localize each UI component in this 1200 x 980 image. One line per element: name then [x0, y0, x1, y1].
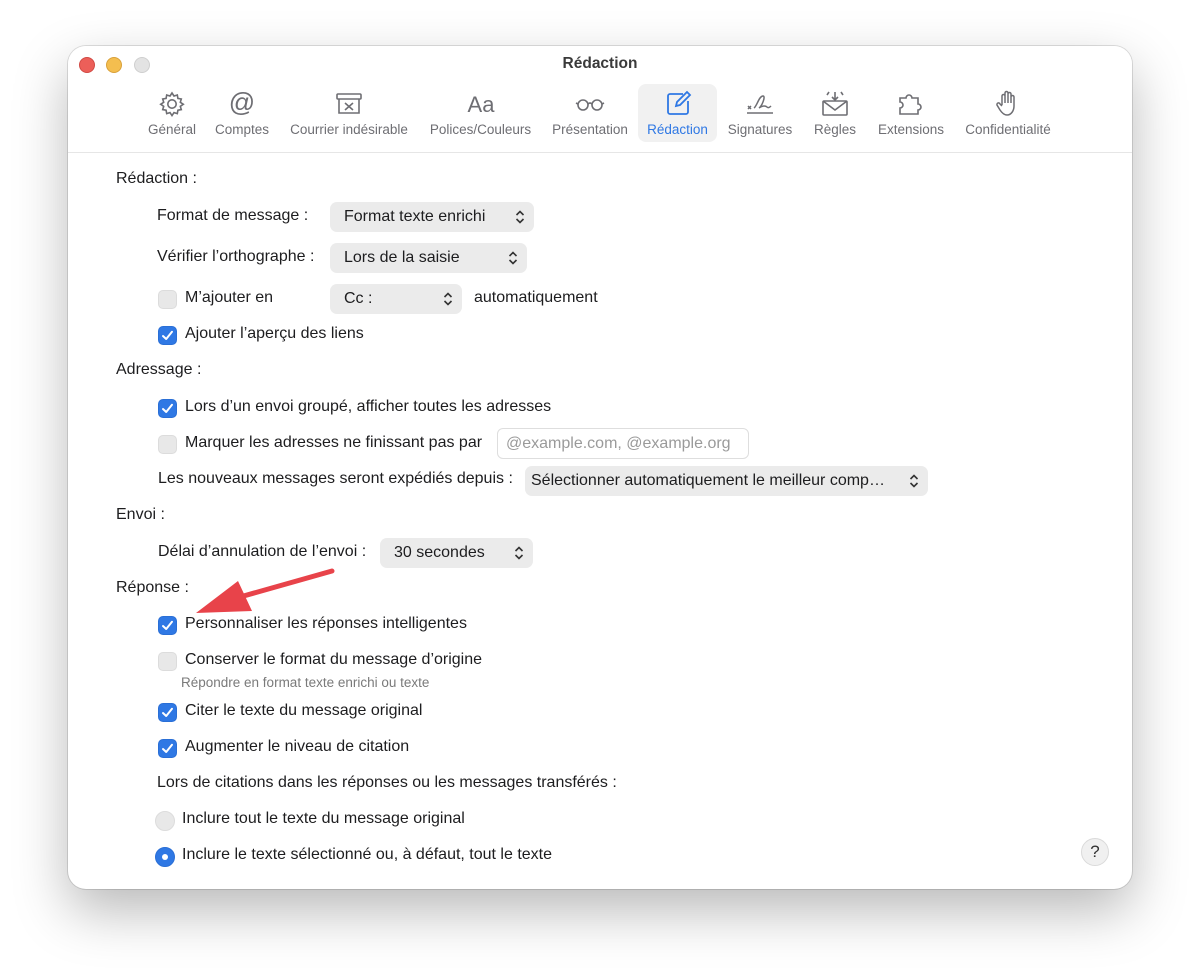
format-message-value: Format texte enrichi [344, 208, 486, 225]
tab-polices-couleurs[interactable]: Aa Polices/Couleurs [424, 84, 537, 142]
add-me-label: M’ajouter en [185, 289, 274, 306]
add-me-value: Cc : [344, 290, 373, 307]
when-quoting-label: Lors de citations dans les réponses ou l… [157, 774, 617, 791]
svg-text:Aa: Aa [467, 92, 495, 117]
format-message-popup[interactable]: Format texte enrichi [330, 202, 534, 232]
tab-redaction[interactable]: Rédaction [638, 84, 717, 142]
chevron-updown-icon [514, 546, 524, 560]
add-me-checkbox[interactable] [158, 290, 177, 309]
quote-original-checkbox[interactable] [158, 703, 177, 722]
envelope-rules-icon [822, 91, 848, 116]
mark-addresses-checkbox[interactable] [158, 435, 177, 454]
keep-format-checkbox[interactable] [158, 652, 177, 671]
glasses-icon [575, 99, 605, 111]
preferences-window: Rédaction Général @ Comptes Courrier ind… [68, 46, 1132, 889]
checkmark-icon [162, 707, 173, 717]
puzzle-icon [899, 94, 922, 115]
tab-general[interactable]: Général [141, 84, 203, 142]
tab-regles-label: Règles [813, 122, 857, 137]
section-reponse-heading: Réponse : [116, 579, 189, 596]
send-from-label: Les nouveaux messages seront expédiés de… [158, 470, 513, 487]
increase-quote-level-checkbox[interactable] [158, 739, 177, 758]
tab-redaction-label: Rédaction [647, 122, 708, 137]
signature-icon [747, 95, 773, 114]
smart-replies-label: Personnaliser les réponses intelligentes [185, 615, 467, 632]
titlebar: Rédaction Général @ Comptes Courrier ind… [68, 46, 1132, 153]
chevron-updown-icon [515, 210, 525, 224]
tab-extensions[interactable]: Extensions [872, 84, 950, 142]
increase-quote-level-label: Augmenter le niveau de citation [185, 738, 410, 755]
window-title: Rédaction [562, 55, 638, 72]
tab-polices-couleurs-label: Polices/Couleurs [429, 122, 532, 137]
checkmark-icon [162, 403, 173, 413]
include-all-radio[interactable] [155, 811, 175, 831]
include-all-label: Inclure tout le texte du message origina… [182, 810, 465, 827]
undo-send-label: Délai d’annulation de l’envoi : [158, 543, 367, 560]
undo-send-popup[interactable]: 30 secondes [380, 538, 533, 568]
link-preview-checkbox[interactable] [158, 326, 177, 345]
include-selected-label: Inclure le texte sélectionné ou, à défau… [182, 846, 553, 863]
include-selected-radio[interactable] [155, 847, 175, 867]
chevron-updown-icon [909, 474, 919, 488]
send-from-value: Sélectionner automatiquement le meilleur… [531, 472, 885, 489]
checkmark-icon [162, 620, 173, 630]
tab-regles[interactable]: Règles [808, 84, 862, 142]
section-envoi-heading: Envoi : [116, 506, 165, 523]
at-icon: @ [229, 89, 255, 117]
chevron-updown-icon [443, 292, 453, 306]
spelling-popup[interactable]: Lors de la saisie [330, 243, 527, 273]
tab-courrier-indesirable[interactable]: Courrier indésirable [283, 84, 415, 142]
svg-text:@: @ [229, 89, 255, 117]
font-aa-icon: Aa [467, 92, 495, 117]
chevron-updown-icon [508, 251, 518, 265]
tab-courrier-indesirable-label: Courrier indésirable [290, 122, 408, 137]
radio-dot [162, 854, 168, 860]
hand-icon [996, 90, 1015, 116]
tab-signatures-label: Signatures [727, 122, 793, 137]
spelling-label: Vérifier l’orthographe : [157, 248, 315, 265]
link-preview-label: Ajouter l’aperçu des liens [185, 325, 364, 342]
show-all-addresses-checkbox[interactable] [158, 399, 177, 418]
tab-confidentialite-label: Confidentialité [965, 122, 1051, 137]
checkmark-icon [162, 330, 173, 340]
format-message-label: Format de message : [157, 207, 309, 224]
tab-confidentialite[interactable]: Confidentialité [958, 84, 1058, 142]
add-me-popup[interactable]: Cc : [330, 284, 462, 314]
keep-format-sublabel: Répondre en format texte enrichi ou text… [181, 675, 430, 690]
tab-general-label: Général [147, 122, 197, 137]
quote-original-label: Citer le texte du message original [185, 702, 423, 719]
tab-comptes[interactable]: @ Comptes [209, 84, 275, 142]
undo-send-value: 30 secondes [394, 544, 485, 561]
junk-box-icon [336, 93, 362, 114]
checkmark-icon [162, 743, 173, 753]
tab-presentation[interactable]: Présentation [546, 84, 634, 142]
tab-signatures[interactable]: Signatures [723, 84, 797, 142]
smart-replies-checkbox[interactable] [158, 616, 177, 635]
gear-icon [159, 91, 185, 118]
help-button[interactable]: ? [1081, 838, 1109, 866]
tab-comptes-label: Comptes [214, 122, 270, 137]
show-all-addresses-label: Lors d’un envoi groupé, afficher toutes … [185, 398, 552, 415]
tab-extensions-label: Extensions [877, 122, 945, 137]
spelling-value: Lors de la saisie [344, 249, 460, 266]
domains-field[interactable]: @example.com, @example.org [497, 428, 749, 459]
keep-format-label: Conserver le format du message d’origine [185, 651, 483, 668]
section-redaction-heading: Rédaction : [116, 170, 197, 187]
section-adressage-heading: Adressage : [116, 361, 202, 378]
mark-addresses-label: Marquer les adresses ne finissant pas pa… [185, 434, 483, 451]
compose-icon [666, 90, 691, 115]
tab-presentation-label: Présentation [552, 122, 628, 137]
send-from-popup[interactable]: Sélectionner automatiquement le meilleur… [525, 466, 928, 496]
add-me-suffix: automatiquement [474, 289, 598, 306]
